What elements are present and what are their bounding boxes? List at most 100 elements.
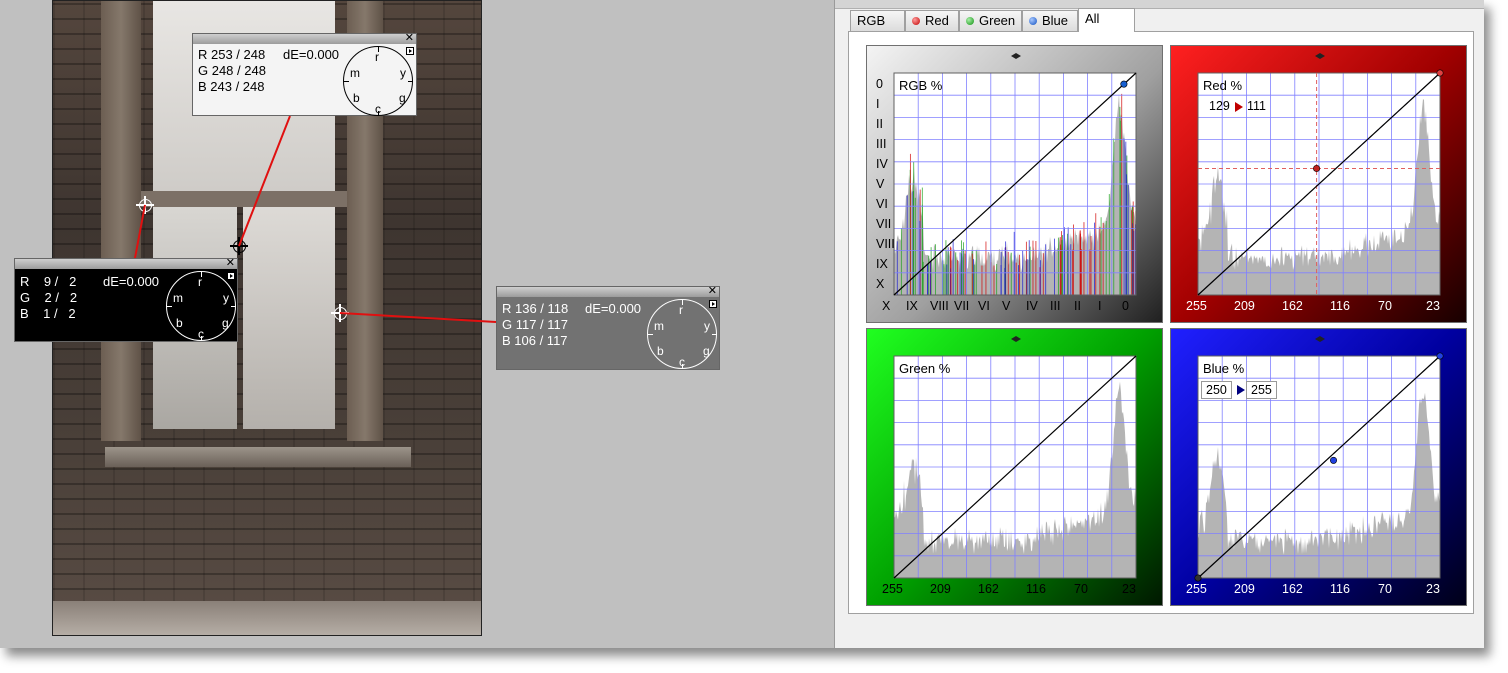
eyedropper-icon <box>1315 336 1325 342</box>
curve-control-point <box>1436 352 1444 360</box>
sampler-b-value: B 106 / 117 <box>502 333 568 348</box>
y-tick-label: X <box>876 277 885 291</box>
sampler-r-value: R 136 / 118 <box>502 301 569 316</box>
eyedropper-icon <box>1315 53 1325 59</box>
x-tick-label: 116 <box>1330 582 1350 596</box>
sampler-menu-icon[interactable] <box>406 47 414 55</box>
wheel-tick <box>712 334 717 335</box>
blue-readout-input[interactable]: 250 <box>1201 381 1232 399</box>
red-chart-label: Red % <box>1203 78 1243 93</box>
y-tick-label: IX <box>876 257 888 271</box>
y-tick-label: 0 <box>876 77 883 91</box>
red-dot-icon <box>912 17 920 25</box>
curve-control-point <box>1313 164 1321 172</box>
ground-strip <box>53 601 481 635</box>
close-icon[interactable]: ✕ <box>226 257 235 269</box>
wheel-label-r: r <box>679 303 683 317</box>
sampler-delta-e: dE=0.000 <box>585 301 642 316</box>
wheel-label-g: g <box>399 91 406 105</box>
red-curve-chart[interactable]: Red % 129 111 255 209 162 116 70 23 <box>1170 45 1467 323</box>
rgb-curve-chart[interactable]: RGB % 0 I II III IV V VI VII VIII IX X X IX VIII VII V… <box>866 45 1163 323</box>
red-readout-arrow-icon <box>1235 102 1243 112</box>
color-sampler-light[interactable]: ✕ R 253 / 248 G 248 / 248 B 243 / 248 dE… <box>192 32 417 116</box>
y-tick-label: VI <box>876 197 888 211</box>
blue-curve-chart[interactable]: Blue % 250 255 255 209 162 116 70 23 <box>1170 328 1467 606</box>
green-dot-icon <box>966 17 974 25</box>
sampler-delta-e: dE=0.000 <box>283 47 340 62</box>
green-curve-chart[interactable]: Green % 255 209 162 116 70 23 <box>866 328 1163 606</box>
tab-rgb[interactable]: RGB <box>850 10 905 31</box>
x-tick-label: IV <box>1026 299 1038 313</box>
window-sill <box>105 447 411 467</box>
wheel-tick <box>648 334 653 335</box>
blue-chart-label: Blue % <box>1203 361 1245 376</box>
red-readout-output: 111 <box>1247 99 1267 113</box>
sampler-titlebar[interactable]: ✕ <box>497 285 719 297</box>
wheel-label-b: b <box>657 344 664 358</box>
sample-marker-1[interactable] <box>136 196 154 214</box>
red-readout-input: 129 <box>1209 99 1230 113</box>
sampler-b-value: B 243 / 248 <box>198 79 265 94</box>
wheel-label-g: g <box>703 344 710 358</box>
x-tick-label: VIII <box>930 299 949 313</box>
wheel-tick <box>682 364 683 369</box>
y-tick-label: III <box>876 137 887 151</box>
wheel-tick <box>231 306 236 307</box>
x-tick-label: II <box>1074 299 1081 313</box>
sampler-r-value: R 253 / 248 <box>198 47 266 62</box>
sample-marker-3[interactable] <box>331 304 349 322</box>
blue-readout-arrow-icon <box>1237 385 1245 395</box>
blue-dot-icon <box>1029 17 1037 25</box>
curve-control-point <box>1436 69 1444 77</box>
sampler-menu-icon[interactable] <box>709 300 717 308</box>
wheel-label-r: r <box>198 275 202 289</box>
x-tick-label: V <box>1002 299 1011 313</box>
color-wheel-icon: rmybcg <box>343 46 413 116</box>
wheel-tick <box>201 272 202 277</box>
sampler-menu-icon[interactable] <box>227 272 235 280</box>
wheel-label-g: g <box>222 316 229 330</box>
x-tick-label: 255 <box>1186 299 1207 313</box>
y-tick-label: VII <box>876 217 892 231</box>
blue-readout-output[interactable]: 255 <box>1246 381 1277 399</box>
x-tick-label: 23 <box>1426 582 1440 596</box>
x-tick-label: 70 <box>1378 299 1392 313</box>
color-sampler-black[interactable]: ✕ R 9 / 2 G 2 / 2 B 1 / 2 dE=0.000 rmybc… <box>14 257 238 342</box>
wheel-label-y: y <box>704 319 710 333</box>
x-tick-label: 255 <box>1186 582 1207 596</box>
tab-blue-label: Blue <box>1042 13 1069 28</box>
x-tick-label: III <box>1050 299 1061 313</box>
x-tick-label: 162 <box>978 582 999 596</box>
panel-top-strip <box>835 0 1484 9</box>
x-tick-label: IX <box>906 299 918 313</box>
sampler-titlebar[interactable]: ✕ <box>193 32 416 44</box>
tab-blue[interactable]: Blue <box>1022 10 1078 31</box>
sample-marker-2[interactable] <box>230 237 248 255</box>
x-tick-label: 209 <box>1234 582 1255 596</box>
color-wheel-icon: rmybcg <box>647 299 717 369</box>
tab-rgb-label: RGB <box>857 13 886 28</box>
tab-green[interactable]: Green <box>959 10 1022 31</box>
sampler-g-value: G 2 / 2 <box>20 290 78 305</box>
wheel-label-r: r <box>375 50 379 64</box>
wheel-tick <box>408 81 413 82</box>
wheel-tick <box>378 47 379 52</box>
x-tick-label: 162 <box>1282 299 1303 313</box>
color-sampler-gray[interactable]: ✕ R 136 / 118 G 117 / 117 B 106 / 117 dE… <box>496 285 720 370</box>
curve-control-point <box>1194 574 1202 582</box>
wheel-tick <box>378 111 379 116</box>
color-wheel-icon: rmybcg <box>166 271 236 341</box>
close-icon[interactable]: ✕ <box>708 285 717 297</box>
eyedropper-icon <box>1011 336 1021 342</box>
tab-all[interactable]: All <box>1078 8 1135 32</box>
close-icon[interactable]: ✕ <box>405 32 414 44</box>
wheel-tick <box>682 300 683 305</box>
sampler-titlebar[interactable]: ✕ <box>15 257 237 269</box>
wheel-tick <box>344 81 349 82</box>
tab-red-label: Red <box>925 13 949 28</box>
x-tick-label: 116 <box>1330 299 1350 313</box>
x-tick-label: 255 <box>882 582 903 596</box>
window-sash <box>141 191 347 207</box>
tab-red[interactable]: Red <box>905 10 959 31</box>
x-tick-label: 23 <box>1122 582 1136 596</box>
